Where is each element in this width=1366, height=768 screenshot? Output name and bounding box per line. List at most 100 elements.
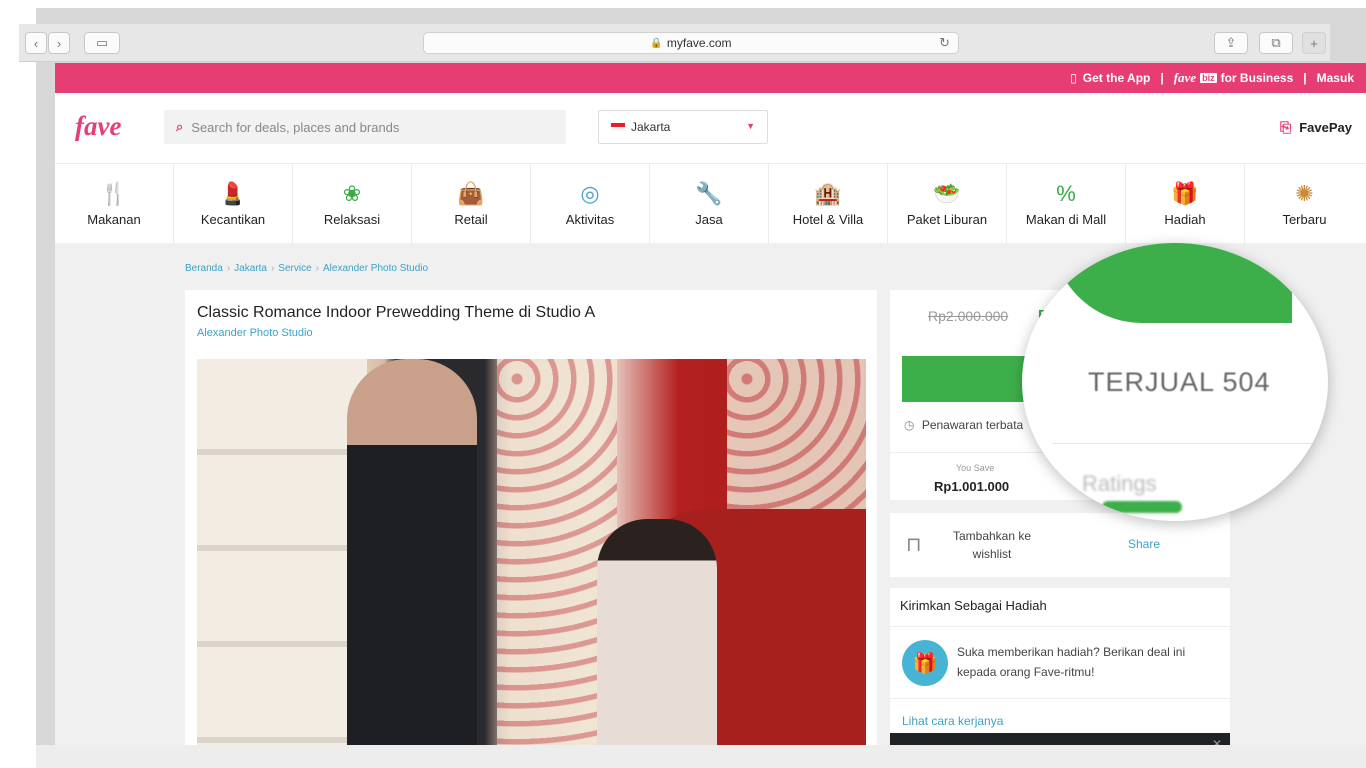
fave-logo[interactable]: fave [75, 111, 121, 142]
limited-offer: ◷ Penawaran terbata [904, 418, 1023, 432]
category-kecantikan[interactable]: 💄 Kecantikan [174, 164, 293, 243]
share-link[interactable]: Share [1128, 537, 1160, 551]
sidebar-button[interactable]: ▭ [84, 32, 120, 54]
reload-icon[interactable]: ↻ [939, 35, 950, 51]
plus-icon: + [1310, 35, 1318, 51]
favepay-link[interactable]: ⎘ FavePay [1280, 119, 1352, 136]
sold-count: TERJUAL 504 [1088, 367, 1271, 397]
login-link[interactable]: Masuk [1317, 71, 1354, 85]
forward-button[interactable]: › [48, 32, 70, 54]
utensils-icon: 🍴 [100, 181, 128, 206]
building-icon: 🏨 [814, 181, 842, 206]
chevron-left-icon: ‹ [33, 35, 39, 51]
gift-icon: 🎁 [902, 640, 948, 686]
new-badge-icon: ✺ [1295, 181, 1314, 206]
discount-bag-icon: % [1056, 181, 1076, 206]
sidebar-icon: ▭ [95, 35, 109, 50]
tabs-button[interactable]: ⧉ [1259, 32, 1293, 54]
breadcrumb-item[interactable]: Jakarta [234, 263, 267, 274]
phone-icon: ▯ [1070, 71, 1077, 85]
breadcrumb-separator: › [315, 263, 319, 274]
tabs-icon: ⧉ [1271, 35, 1281, 50]
gift-title: Kirimkan Sebagai Hadiah [900, 598, 1047, 613]
clock-icon: ◷ [904, 418, 915, 432]
photo-shelf [197, 359, 367, 749]
breadcrumb-item[interactable]: Alexander Photo Studio [323, 263, 428, 274]
category-jasa[interactable]: 🔧 Jasa [650, 164, 769, 243]
biz-badge: biz [1200, 73, 1217, 83]
category-label: Retail [454, 212, 488, 227]
magnified-buy-button [1052, 243, 1292, 323]
top-bar: ▯ Get the App | fave biz for Business | … [55, 63, 1366, 93]
gift-description: Suka memberikan hadiah? Berikan deal ini… [957, 645, 1186, 679]
indonesia-flag-icon [611, 123, 625, 131]
category-aktivitas[interactable]: ◎ Aktivitas [531, 164, 650, 243]
lotus-icon: ❀ [342, 181, 362, 206]
lock-icon: 🔒 [650, 37, 663, 49]
wishlist-button[interactable]: Tambahkan ke wishlist [942, 527, 1042, 563]
get-app-link[interactable]: Get the App [1083, 71, 1151, 85]
gift-card: Kirimkan Sebagai Hadiah 🎁 Suka memberika… [890, 588, 1230, 748]
city-value: Jakarta [631, 120, 671, 134]
lipstick-icon: 💄 [219, 181, 247, 206]
wrench-icon: 🔧 [695, 181, 723, 206]
category-label: Relaksasi [323, 212, 381, 227]
plate-icon: 🥗 [933, 181, 961, 206]
category-relaksasi[interactable]: ❀ Relaksasi [293, 164, 412, 243]
merchant-link[interactable]: Alexander Photo Studio [197, 327, 313, 339]
browser-toolbar: ‹ › ▭ 🔒 myfave.com ↻ ⇪ ⧉ + [19, 24, 1330, 62]
bookmark-icon[interactable]: ⊓ [906, 532, 922, 557]
category-makan-di-mall[interactable]: % Makan di Mall [1007, 164, 1126, 243]
breadcrumb: Beranda › Jakarta › Service › Alexander Photo … [185, 263, 428, 274]
divider [1052, 443, 1322, 444]
url-text: myfave.com [666, 36, 732, 50]
caret-down-icon: ▼ [746, 121, 755, 131]
favebiz-logo: fave [1173, 70, 1197, 85]
category-hadiah[interactable]: 🎁 Hadiah [1126, 164, 1245, 243]
you-save-label: You Save [956, 463, 995, 473]
divider [890, 626, 1230, 627]
wishlist-card: ⊓ Tambahkan ke wishlist Share [890, 513, 1230, 577]
ratings-bar [1102, 501, 1182, 513]
how-it-works-link[interactable]: Lihat cara kerjanya [902, 714, 1003, 728]
divider [890, 698, 1230, 699]
address-bar[interactable]: 🔒 myfave.com ↻ [423, 32, 959, 54]
category-hotel-villa[interactable]: 🏨 Hotel & Villa [769, 164, 888, 243]
search-icon: ⌕ [176, 119, 184, 134]
city-select[interactable]: Jakarta ▼ [598, 110, 768, 144]
category-nav: 🍴 Makanan 💄 Kecantikan ❀ Relaksasi 👜 Retail ◎ Akt… [55, 163, 1366, 243]
category-retail[interactable]: 👜 Retail [412, 164, 531, 243]
site-header: fave ⌕ Search for deals, places and bran… [55, 93, 1366, 163]
target-icon: ◎ [580, 181, 600, 206]
original-price: Rp2.000.000 [928, 308, 1009, 324]
search-input[interactable]: ⌕ Search for deals, places and brands [164, 110, 566, 144]
chevron-right-icon: › [56, 35, 62, 51]
category-label: Jasa [695, 212, 723, 227]
category-label: Aktivitas [565, 212, 615, 227]
deal-photo[interactable] [197, 359, 866, 749]
search-placeholder: Search for deals, places and brands [191, 119, 400, 135]
favepay-label: FavePay [1299, 120, 1352, 135]
magnifier-callout: TERJUAL 504 Ratings [1022, 243, 1328, 521]
category-terbaru[interactable]: ✺ Terbaru [1245, 164, 1364, 243]
breadcrumb-item[interactable]: Beranda [185, 263, 223, 274]
new-tab-button[interactable]: + [1302, 32, 1326, 54]
limited-offer-text: Penawaran terbata [921, 418, 1024, 432]
share-button[interactable]: ⇪ [1214, 32, 1248, 54]
for-business-link[interactable]: for Business [1221, 71, 1294, 85]
photo-curtain [727, 359, 866, 529]
shopping-bag-icon: 👜 [457, 181, 485, 206]
category-label: Paket Liburan [906, 212, 988, 227]
category-label: Makanan [87, 212, 141, 227]
photo-groom [347, 359, 477, 749]
category-label: Makan di Mall [1025, 212, 1107, 227]
category-paket-liburan[interactable]: 🥗 Paket Liburan [888, 164, 1007, 243]
deal-title: Classic Romance Indoor Prewedding Theme … [197, 304, 596, 321]
you-save-value: Rp1.001.000 [934, 479, 1010, 494]
breadcrumb-item[interactable]: Service [278, 263, 311, 274]
screenshot-frame: ‹ › ▭ 🔒 myfave.com ↻ ⇪ ⧉ + ▯ Get the App… [0, 0, 1366, 768]
gift-icon: 🎁 [1171, 181, 1199, 206]
photo-bride [597, 519, 717, 749]
back-button[interactable]: ‹ [25, 32, 47, 54]
category-makanan[interactable]: 🍴 Makanan [55, 164, 174, 243]
